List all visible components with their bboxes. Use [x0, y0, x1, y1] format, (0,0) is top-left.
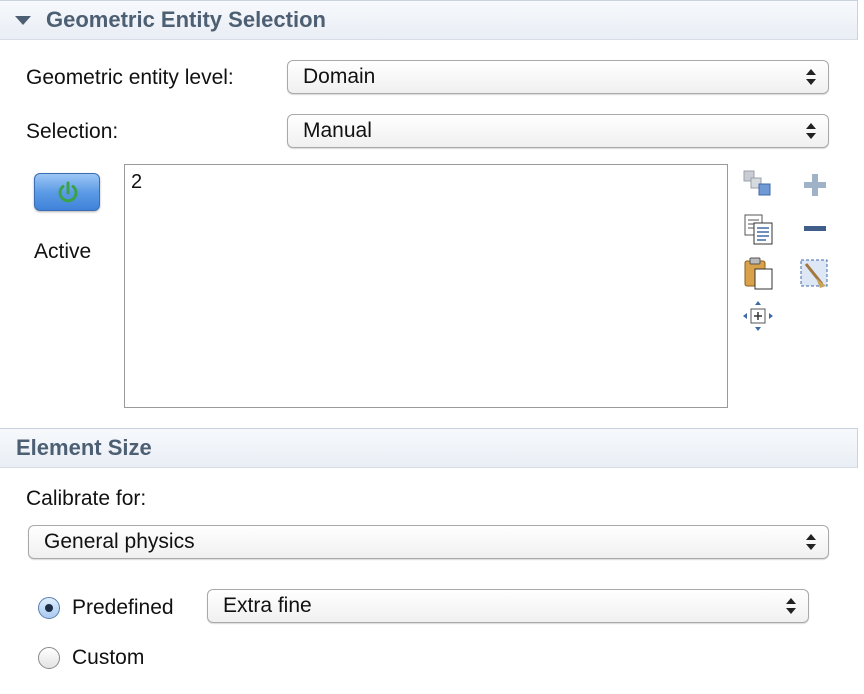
select-arrows-icon: [786, 597, 796, 615]
select-arrows-icon: [806, 533, 816, 551]
predefined-label[interactable]: Predefined: [72, 596, 174, 620]
custom-label[interactable]: Custom: [72, 646, 144, 670]
calibrate-for-select[interactable]: General physics: [28, 525, 829, 559]
list-item[interactable]: 2: [131, 171, 142, 194]
section-title: Element Size: [16, 435, 152, 460]
remove-icon[interactable]: [798, 212, 832, 246]
entity-level-select[interactable]: Domain: [287, 60, 829, 94]
copy-selection-icon[interactable]: [742, 168, 776, 202]
custom-radio[interactable]: [38, 647, 60, 669]
selection-list[interactable]: 2: [124, 164, 728, 408]
copy-icon[interactable]: [742, 212, 776, 246]
entity-level-value: Domain: [303, 65, 376, 88]
geometric-entity-selection-header[interactable]: Geometric Entity Selection: [0, 0, 858, 40]
section-title: Geometric Entity Selection: [46, 7, 326, 32]
active-toggle-button[interactable]: [34, 173, 100, 211]
selection-label: Selection:: [26, 120, 119, 143]
select-arrows-icon: [806, 122, 816, 140]
predefined-radio[interactable]: [38, 597, 60, 619]
add-icon[interactable]: [798, 168, 832, 202]
power-icon: [58, 181, 78, 203]
predefined-size-select[interactable]: Extra fine: [207, 589, 809, 623]
element-size-header[interactable]: Element Size: [0, 428, 858, 468]
predefined-size-value: Extra fine: [223, 594, 312, 617]
collapse-arrow-icon[interactable]: [15, 16, 31, 25]
active-label: Active: [34, 240, 92, 263]
selection-select[interactable]: Manual: [287, 114, 829, 148]
zoom-to-selection-icon[interactable]: [742, 300, 776, 334]
paste-icon[interactable]: [742, 256, 776, 290]
selection-value: Manual: [303, 119, 372, 142]
calibrate-for-label: Calibrate for:: [26, 487, 147, 510]
entity-level-label: Geometric entity level:: [26, 66, 234, 89]
clear-selection-icon[interactable]: [798, 256, 832, 290]
calibrate-for-value: General physics: [44, 530, 195, 553]
select-arrows-icon: [806, 68, 816, 86]
